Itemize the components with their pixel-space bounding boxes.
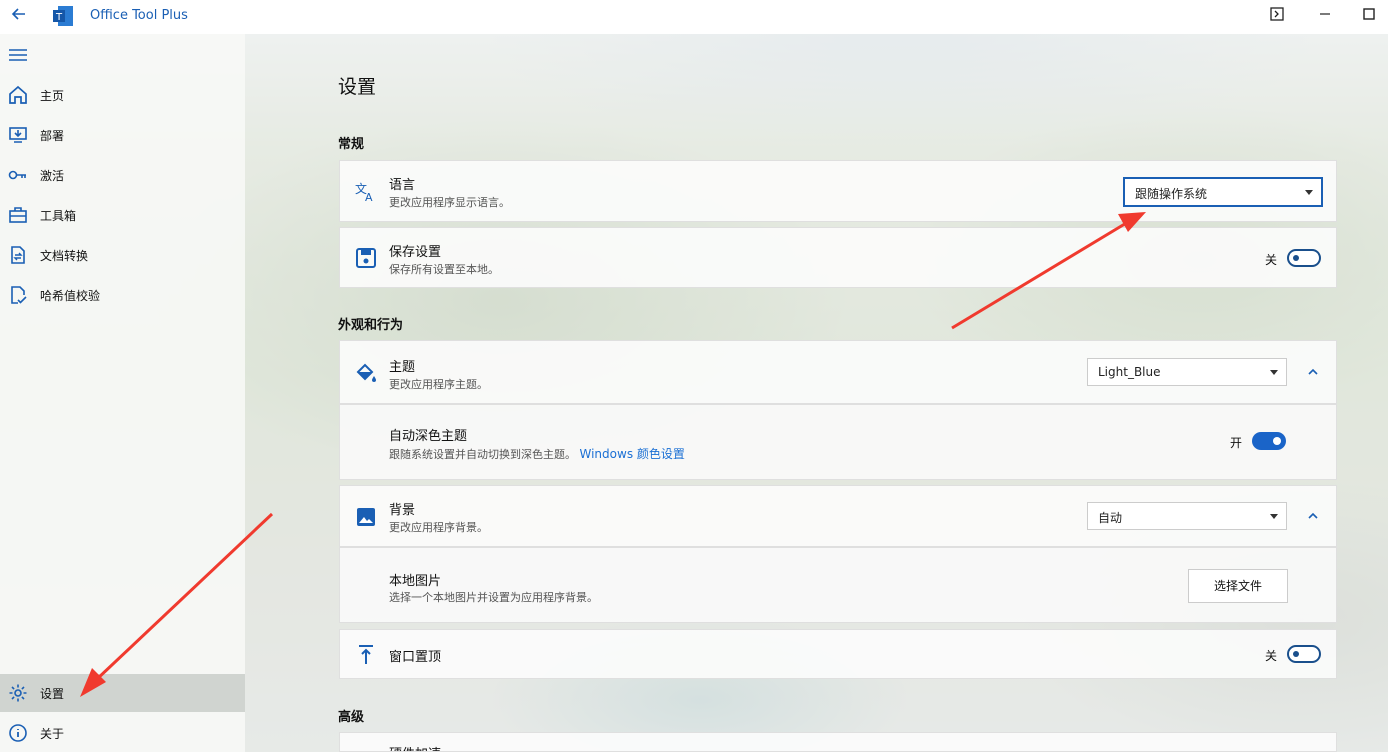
hash-check-icon [11, 286, 27, 304]
theme-setting-card: 主题 更改应用程序主题。 Light_Blue [339, 340, 1337, 404]
auto-dark-description-text: 跟随系统设置并自动切换到深色主题。 [389, 448, 576, 461]
theme-dropdown[interactable]: Light_Blue [1087, 358, 1287, 386]
back-button[interactable] [8, 6, 30, 26]
chevron-down-icon [1270, 370, 1278, 375]
sidebar-item-label: 部署 [40, 129, 65, 143]
auto-dark-description: 跟随系统设置并自动切换到深色主题。 Windows 颜色设置 [389, 445, 685, 462]
topmost-toggle[interactable] [1287, 645, 1321, 663]
sidebar-item-activate[interactable]: 激活 [0, 156, 245, 194]
image-icon [357, 508, 375, 526]
topmost-toggle-state: 关 [1265, 649, 1278, 663]
topmost-title: 窗口置顶 [389, 650, 442, 665]
theme-description: 更改应用程序主题。 [389, 378, 488, 391]
local-image-description: 选择一个本地图片并设置为应用程序背景。 [389, 591, 598, 604]
language-title: 语言 [389, 178, 416, 193]
hamburger-icon [9, 49, 27, 61]
title-bar: T Office Tool Plus [0, 0, 1388, 34]
sidebar-item-label: 哈希值校验 [40, 289, 101, 303]
sidebar-item-label: 设置 [40, 687, 65, 701]
background-dropdown-value: 自动 [1098, 511, 1123, 525]
sidebar-item-label: 激活 [40, 169, 65, 183]
compact-overlay-button[interactable] [1268, 7, 1286, 25]
convert-icon [11, 246, 25, 264]
svg-text:T: T [55, 12, 63, 23]
back-arrow-icon [11, 8, 25, 20]
chevron-up-icon[interactable] [1306, 365, 1320, 379]
sidebar-item-label: 关于 [40, 727, 65, 741]
theme-dropdown-value: Light_Blue [1098, 365, 1161, 379]
hardware-accel-title: 硬件加速 [389, 743, 441, 751]
save-description: 保存所有设置至本地。 [389, 263, 499, 276]
translate-icon: 文A [355, 181, 373, 204]
background-description: 更改应用程序背景。 [389, 521, 488, 534]
minimize-button[interactable] [1316, 7, 1334, 25]
gear-icon [9, 684, 27, 702]
save-setting-card: 保存设置 保存所有设置至本地。 关 [339, 227, 1337, 288]
sidebar-item-label: 文档转换 [40, 249, 89, 263]
maximize-icon [1363, 8, 1375, 20]
pin-top-icon [359, 645, 373, 664]
language-dropdown-value: 跟随操作系统 [1135, 187, 1208, 201]
auto-dark-toggle[interactable] [1252, 432, 1286, 450]
sidebar-item-home[interactable]: 主页 [0, 76, 245, 114]
topmost-setting-card: 窗口置顶 关 [339, 629, 1337, 679]
home-icon [9, 85, 27, 104]
windows-color-settings-link[interactable]: Windows 颜色设置 [580, 447, 685, 461]
save-title: 保存设置 [389, 245, 442, 260]
section-title-general: 常规 [338, 137, 365, 152]
sidebar-item-hash-check[interactable]: 哈希值校验 [0, 276, 245, 314]
minimize-icon [1320, 13, 1330, 15]
app-title: Office Tool Plus [90, 8, 188, 23]
background-title: 背景 [389, 503, 416, 518]
language-dropdown[interactable]: 跟随操作系统 [1123, 177, 1323, 207]
app-logo-icon: T [52, 5, 74, 27]
theme-title: 主题 [389, 360, 416, 375]
save-icon [356, 248, 376, 268]
sidebar-item-deploy[interactable]: 部署 [0, 116, 245, 154]
sidebar: 主页 部署 激活 工具箱 文档转换 哈希值校验 设置 关于 [0, 34, 245, 752]
deploy-icon [9, 127, 27, 143]
language-description: 更改应用程序显示语言。 [389, 196, 510, 209]
toolbox-icon [9, 207, 27, 223]
paint-bucket-icon [356, 363, 376, 382]
page-title: 设置 [338, 76, 377, 98]
save-toggle[interactable] [1287, 249, 1321, 267]
sidebar-item-toolbox[interactable]: 工具箱 [0, 196, 245, 234]
chevron-down-icon [1270, 514, 1278, 519]
auto-dark-title: 自动深色主题 [389, 429, 468, 444]
local-image-setting-card: 本地图片 选择一个本地图片并设置为应用程序背景。 选择文件 [339, 547, 1337, 623]
auto-dark-toggle-state: 开 [1230, 436, 1243, 450]
sidebar-item-settings[interactable]: 设置 [0, 674, 245, 712]
svg-text:A: A [365, 191, 373, 204]
chevron-down-icon [1305, 190, 1313, 195]
compact-overlay-icon [1270, 7, 1284, 21]
section-title-appearance: 外观和行为 [338, 318, 404, 333]
sidebar-item-label: 主页 [40, 89, 65, 103]
background-setting-card: 背景 更改应用程序背景。 自动 [339, 485, 1337, 547]
info-icon [9, 724, 27, 742]
key-icon [8, 170, 26, 180]
choose-file-button[interactable]: 选择文件 [1188, 569, 1288, 603]
local-image-title: 本地图片 [389, 574, 442, 589]
language-setting-card: 文A 语言 更改应用程序显示语言。 跟随操作系统 [339, 160, 1337, 222]
section-title-advanced: 高级 [338, 710, 365, 725]
menu-toggle-button[interactable] [8, 48, 28, 62]
hardware-accel-setting-card: 硬件加速 [339, 732, 1337, 752]
background-dropdown[interactable]: 自动 [1087, 502, 1287, 530]
save-toggle-state: 关 [1265, 253, 1278, 267]
chevron-up-icon[interactable] [1306, 509, 1320, 523]
maximize-button[interactable] [1360, 7, 1378, 25]
sidebar-item-doc-convert[interactable]: 文档转换 [0, 236, 245, 274]
auto-dark-setting-card: 自动深色主题 跟随系统设置并自动切换到深色主题。 Windows 颜色设置 开 [339, 404, 1337, 480]
sidebar-item-about[interactable]: 关于 [0, 714, 245, 752]
sidebar-item-label: 工具箱 [40, 209, 77, 223]
